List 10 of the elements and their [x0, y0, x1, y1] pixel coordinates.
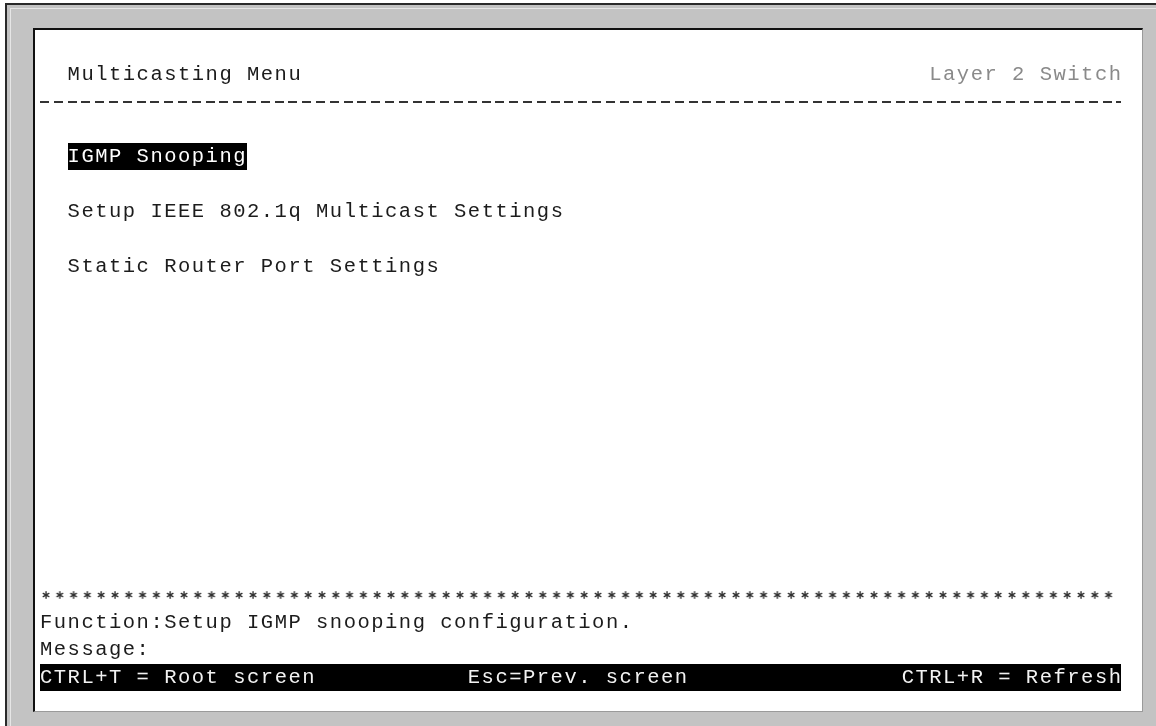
menu-item[interactable]: Static Router Port Settings [67, 252, 441, 280]
device-label: Layer 2 Switch [929, 62, 1123, 88]
shortcut-hint: Esc=Prev. screen [467, 664, 690, 691]
message-label: Message: [40, 638, 151, 662]
shortcut-hint: CTRL+R = Refresh [901, 664, 1123, 691]
menu-item[interactable]: Setup IEEE 802.1q Multicast Settings [67, 197, 565, 226]
menu-item[interactable]: IGMP Snooping [67, 143, 248, 171]
shortcut-hint: CTRL+T = Root screen [40, 664, 318, 691]
menu-title: Multicasting Menu [67, 62, 303, 88]
function-text: Function:Setup IGMP snooping configuration. [40, 610, 634, 634]
